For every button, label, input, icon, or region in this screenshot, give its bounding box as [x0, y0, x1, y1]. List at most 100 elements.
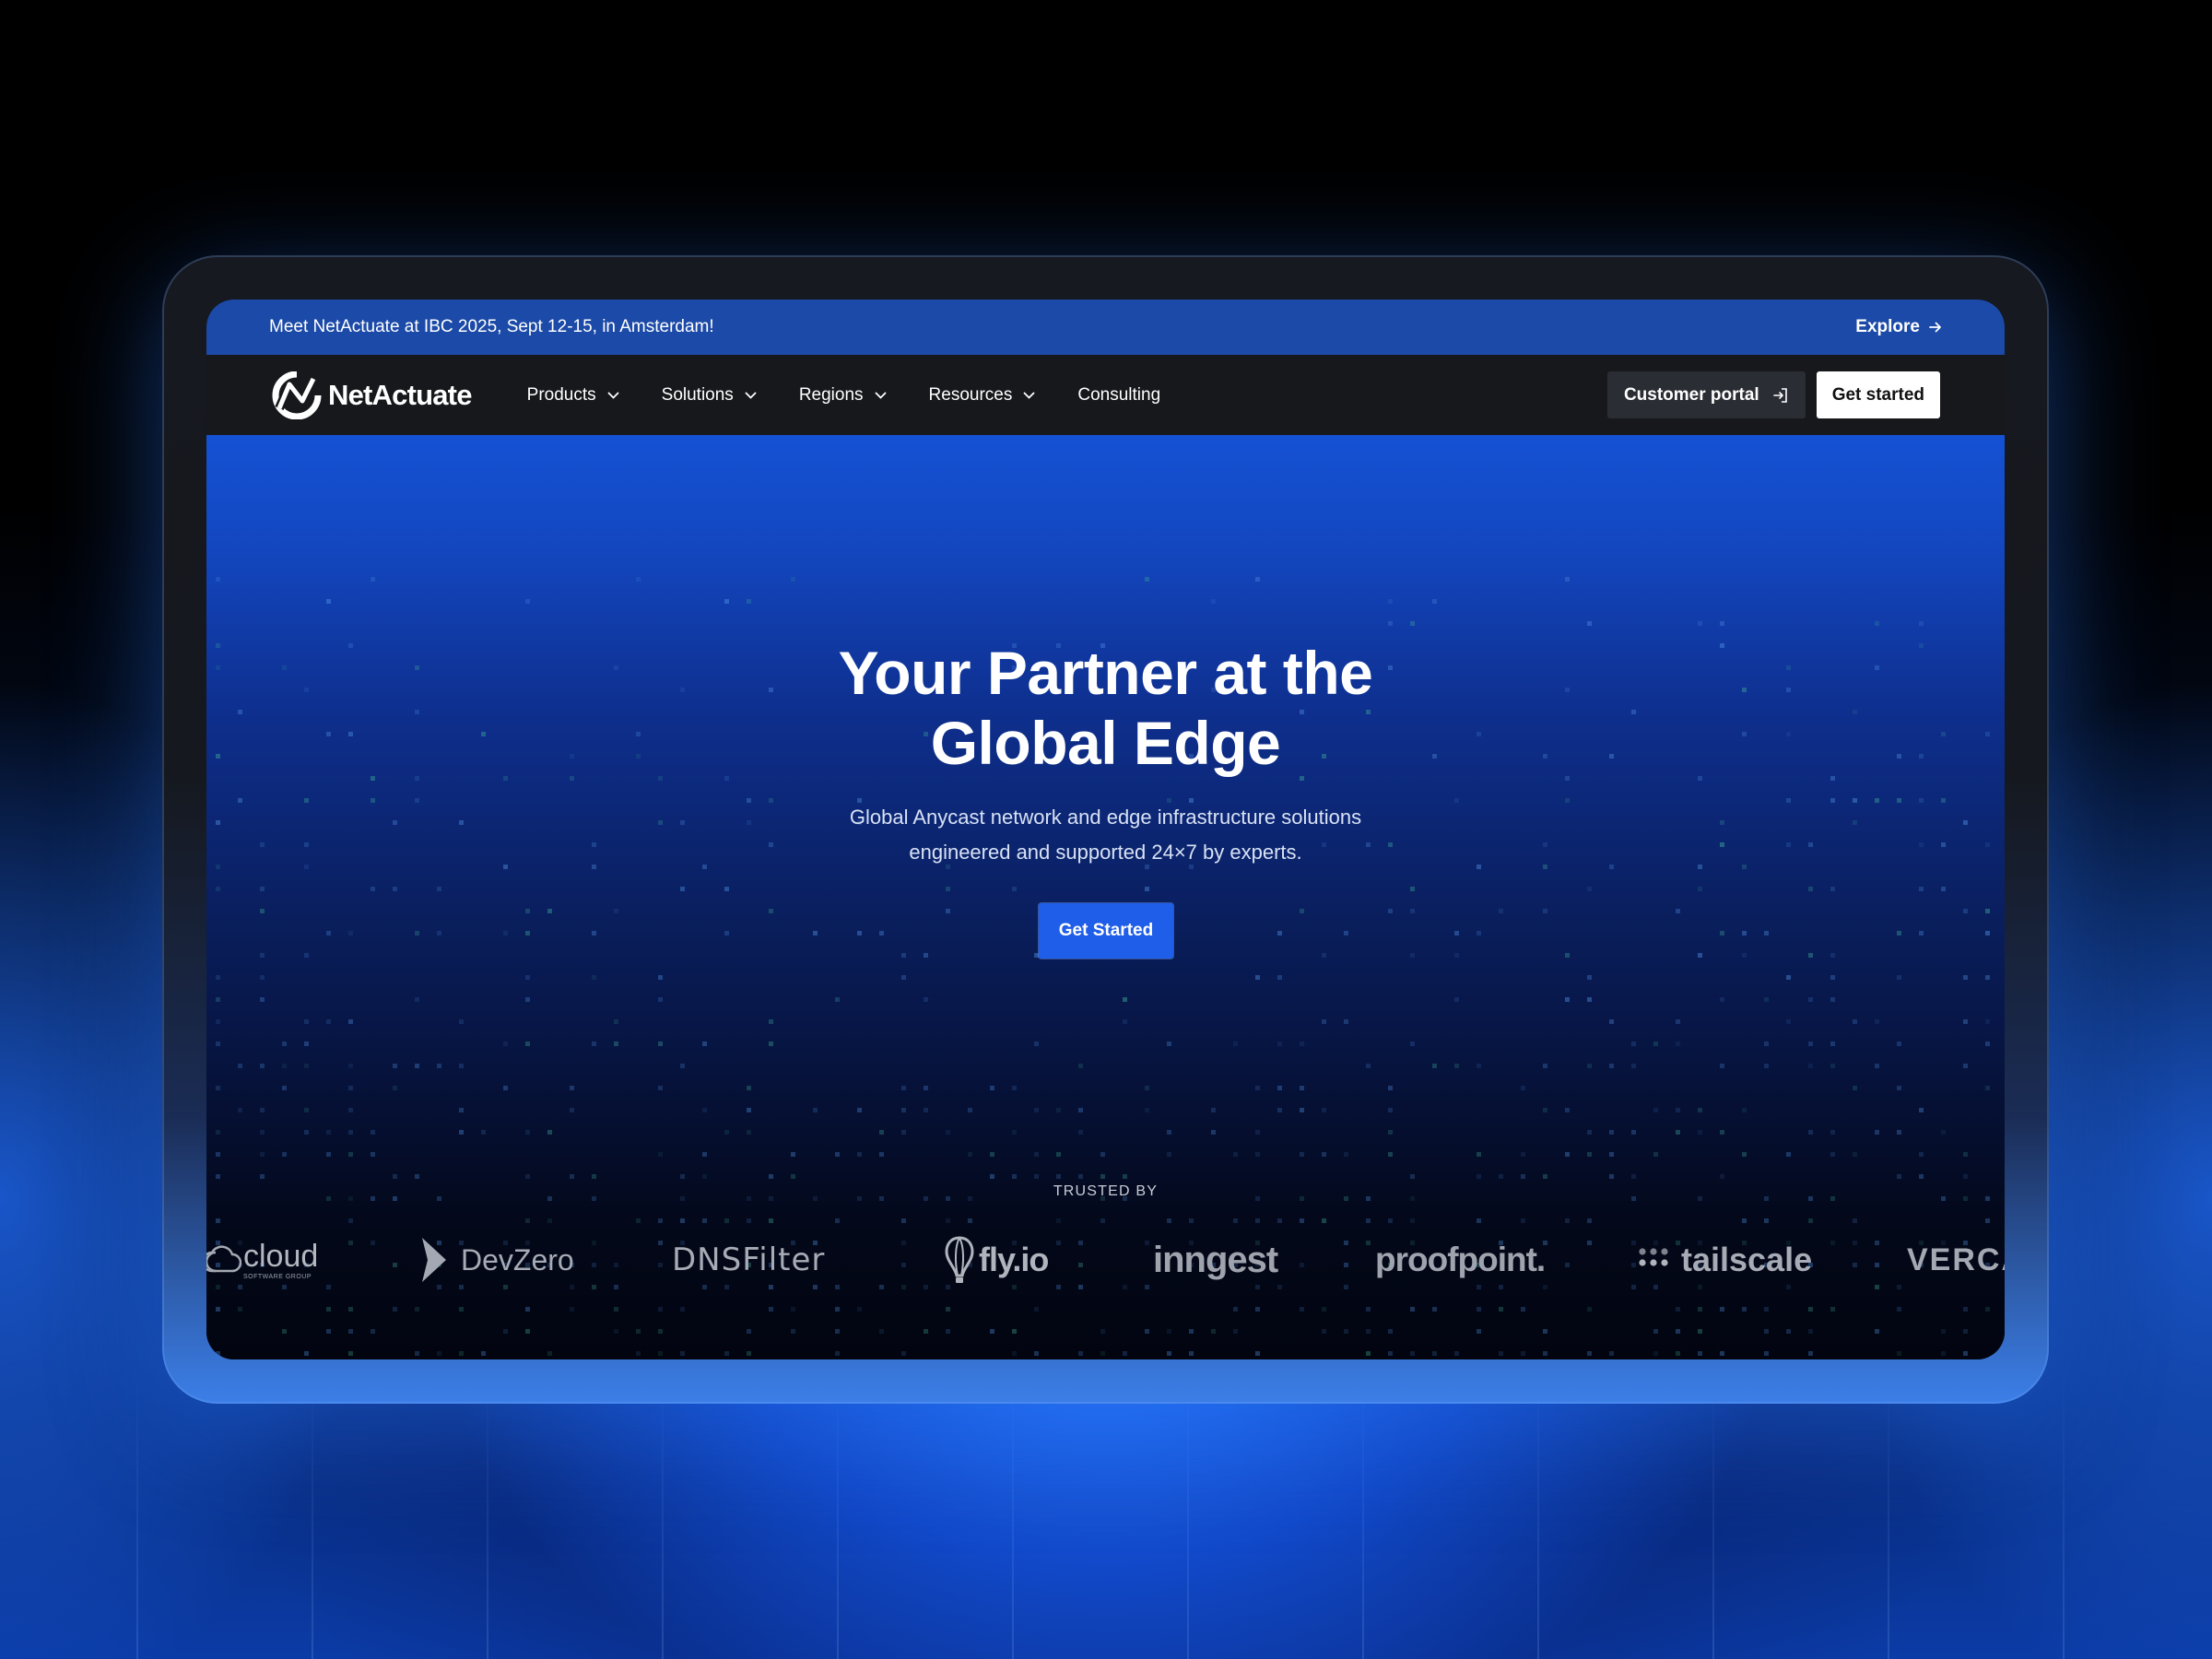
menu-item-resources[interactable]: Resources — [929, 385, 1036, 406]
grid-dot — [326, 931, 331, 935]
grid-dot — [901, 1130, 906, 1135]
vercel-logo-text: VERCA — [1907, 1241, 2005, 1277]
grid-dot — [326, 1019, 331, 1024]
grid-dot — [1631, 1064, 1636, 1068]
grid-dot — [769, 1041, 773, 1046]
grid-dot — [216, 1019, 220, 1024]
menu-item-products[interactable]: Products — [527, 385, 619, 406]
grid-dot — [415, 1064, 419, 1068]
grid-dot — [901, 975, 906, 980]
grid-dot — [1521, 1174, 1525, 1179]
grid-dot — [835, 1152, 840, 1157]
grid-dot — [1123, 1351, 1127, 1356]
grid-dot — [680, 1064, 685, 1068]
hero-section: Your Partner at the Global Edge Global A… — [206, 435, 2005, 1359]
chevron-down-icon — [607, 392, 619, 399]
flyio-logo: fly.io — [944, 1228, 1049, 1292]
menu-item-solutions[interactable]: Solutions — [662, 385, 757, 406]
grid-dot — [724, 1130, 729, 1135]
grid-dot — [1012, 887, 1017, 891]
grid-dot — [835, 1218, 840, 1223]
grid-dot — [946, 1218, 950, 1223]
grid-dot — [1698, 953, 1702, 958]
grid-dot — [437, 887, 441, 891]
grid-dot — [857, 931, 862, 935]
grid-dot — [1078, 1064, 1083, 1068]
grid-dot — [1720, 997, 1724, 1002]
grid-dot — [1941, 1351, 1946, 1356]
grid-dot — [1322, 1019, 1326, 1024]
grid-dot — [503, 1041, 508, 1046]
grid-dot — [1985, 1086, 1990, 1090]
grid-dot — [348, 1108, 353, 1112]
netactuate-logo[interactable]: NetActuate — [271, 371, 472, 419]
grid-dot — [1919, 887, 1924, 891]
grid-dot — [1764, 1307, 1769, 1312]
proofpoint-logo: proofpoint. — [1375, 1228, 1546, 1292]
grid-dot — [592, 975, 596, 980]
grid-dot — [1477, 1329, 1481, 1334]
grid-dot — [1499, 1307, 1503, 1312]
grid-dot — [946, 909, 950, 913]
grid-dot — [1388, 599, 1393, 604]
grid-dot — [1543, 1064, 1547, 1068]
grid-dot — [1985, 1307, 1990, 1312]
grid-dot — [238, 1307, 242, 1312]
grid-dot — [1167, 1351, 1171, 1356]
menu-item-consulting[interactable]: Consulting — [1077, 385, 1160, 406]
grid-dot — [1034, 1174, 1039, 1179]
inngest-logo-text: inngest — [1153, 1239, 1278, 1280]
grid-dot — [1808, 953, 1813, 958]
grid-dot — [1100, 1351, 1105, 1356]
grid-dot — [1078, 1108, 1083, 1112]
grid-dot — [1897, 1307, 1901, 1312]
grid-dot — [503, 1086, 508, 1090]
customer-portal-button[interactable]: Customer portal — [1606, 371, 1806, 418]
chevron-down-icon — [745, 392, 757, 399]
grid-dot — [1543, 1351, 1547, 1356]
grid-dot — [1897, 1086, 1901, 1090]
grid-dot — [1322, 1108, 1326, 1112]
grid-dot — [371, 887, 375, 891]
grid-dot — [813, 1108, 818, 1112]
get-started-nav-button[interactable]: Get started — [1816, 371, 1940, 418]
grid-dot — [1808, 1218, 1813, 1223]
grid-dot — [1963, 1064, 1968, 1068]
menu-item-regions[interactable]: Regions — [799, 385, 887, 406]
grid-dot — [1056, 1218, 1061, 1223]
grid-dot — [348, 1307, 353, 1312]
grid-dot — [437, 1064, 441, 1068]
grid-dot — [680, 1218, 685, 1223]
grid-dot — [282, 1041, 287, 1046]
grid-dot — [260, 1064, 265, 1068]
grid-dot — [481, 1351, 486, 1356]
grid-dot — [1676, 909, 1680, 913]
grid-dot — [1587, 997, 1592, 1002]
grid-dot — [1676, 1108, 1680, 1112]
grid-dot — [1963, 1019, 1968, 1024]
grid-dot — [1609, 1152, 1614, 1157]
grid-dot — [857, 1108, 862, 1112]
grid-dot — [1853, 1019, 1857, 1024]
hot-air-balloon-icon — [945, 1236, 974, 1283]
grid-dot — [1499, 909, 1503, 913]
background-stripe — [1362, 1364, 1364, 1659]
grid-dot — [1366, 1307, 1371, 1312]
grid-dot — [636, 1218, 641, 1223]
grid-dot — [747, 1329, 751, 1334]
grid-dot — [1034, 1351, 1039, 1356]
get-started-hero-button[interactable]: Get Started — [1039, 903, 1173, 959]
grid-dot — [946, 1130, 950, 1135]
grid-dot — [1300, 1307, 1304, 1312]
explore-link[interactable]: Explore — [1855, 317, 1942, 337]
grid-dot — [1499, 1174, 1503, 1179]
grid-dot — [1764, 1064, 1769, 1068]
grid-dot — [1300, 1086, 1304, 1090]
announcement-bar: Meet NetActuate at IBC 2025, Sept 12-15,… — [206, 300, 2005, 355]
grid-dot — [1123, 1019, 1127, 1024]
grid-dot — [326, 1329, 331, 1334]
grid-dot — [990, 1086, 994, 1090]
grid-dot — [702, 1152, 707, 1157]
grid-dot — [769, 1218, 773, 1223]
grid-dot — [1830, 975, 1835, 980]
